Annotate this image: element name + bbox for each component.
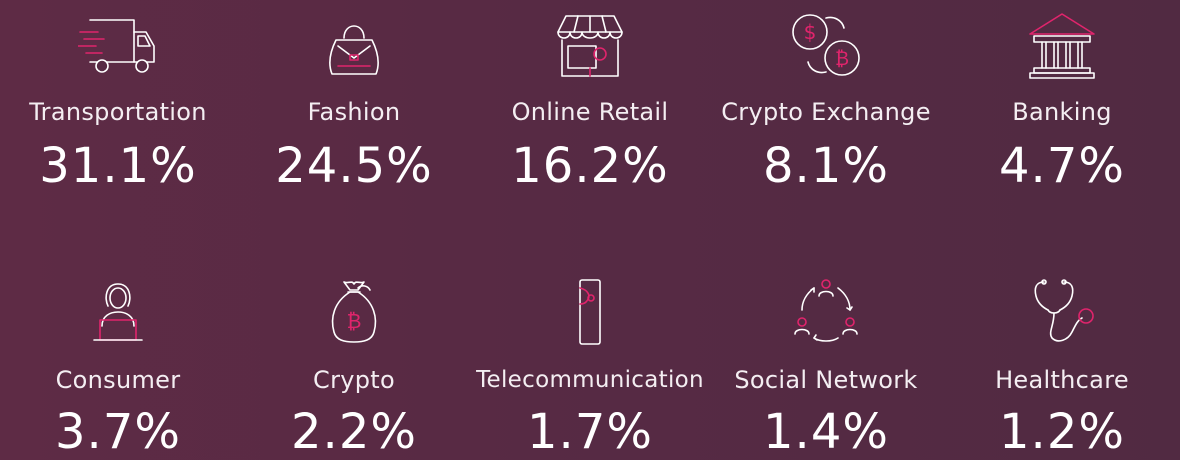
industry-percentage: 3.7%	[55, 404, 181, 460]
industry-label: Social Network	[734, 366, 918, 394]
industry-stats-grid: Transportation 31.1% Fashion 24.5% Onlin…	[0, 0, 1180, 460]
industry-percentage: 2.2%	[291, 404, 417, 460]
network-icon	[786, 274, 866, 348]
smartphone-icon	[550, 274, 630, 348]
handbag-icon	[314, 8, 394, 82]
truck-icon	[78, 8, 158, 82]
industry-label: Crypto	[313, 366, 395, 394]
svg-text:$: $	[804, 20, 817, 44]
industry-label: Crypto Exchange	[721, 98, 931, 126]
stethoscope-icon	[1022, 274, 1102, 348]
industry-percentage: 1.4%	[763, 404, 889, 460]
industry-label: Telecommunication	[476, 367, 704, 393]
person-laptop-icon	[78, 274, 158, 348]
industry-label: Online Retail	[511, 98, 669, 126]
industry-label: Transportation	[29, 98, 207, 126]
industry-percentage: 4.7%	[999, 138, 1125, 194]
industry-label: Fashion	[307, 98, 401, 126]
industry-percentage: 24.5%	[275, 138, 433, 194]
money-bag-icon: ₿	[314, 274, 394, 348]
industry-percentage: 8.1%	[763, 138, 889, 194]
industry-percentage: 31.1%	[39, 138, 197, 194]
svg-text:₿: ₿	[835, 48, 849, 70]
storefront-icon	[550, 8, 630, 82]
industry-label: Banking	[1012, 98, 1112, 126]
industry-label: Healthcare	[995, 366, 1129, 394]
currency-exchange-icon: $ ₿	[786, 8, 866, 82]
industry-percentage: 16.2%	[511, 138, 669, 194]
industry-percentage: 1.2%	[999, 404, 1125, 460]
bank-icon	[1022, 8, 1102, 82]
svg-text:₿: ₿	[347, 309, 362, 333]
industry-label: Consumer	[55, 366, 181, 394]
industry-percentage: 1.7%	[527, 404, 653, 460]
